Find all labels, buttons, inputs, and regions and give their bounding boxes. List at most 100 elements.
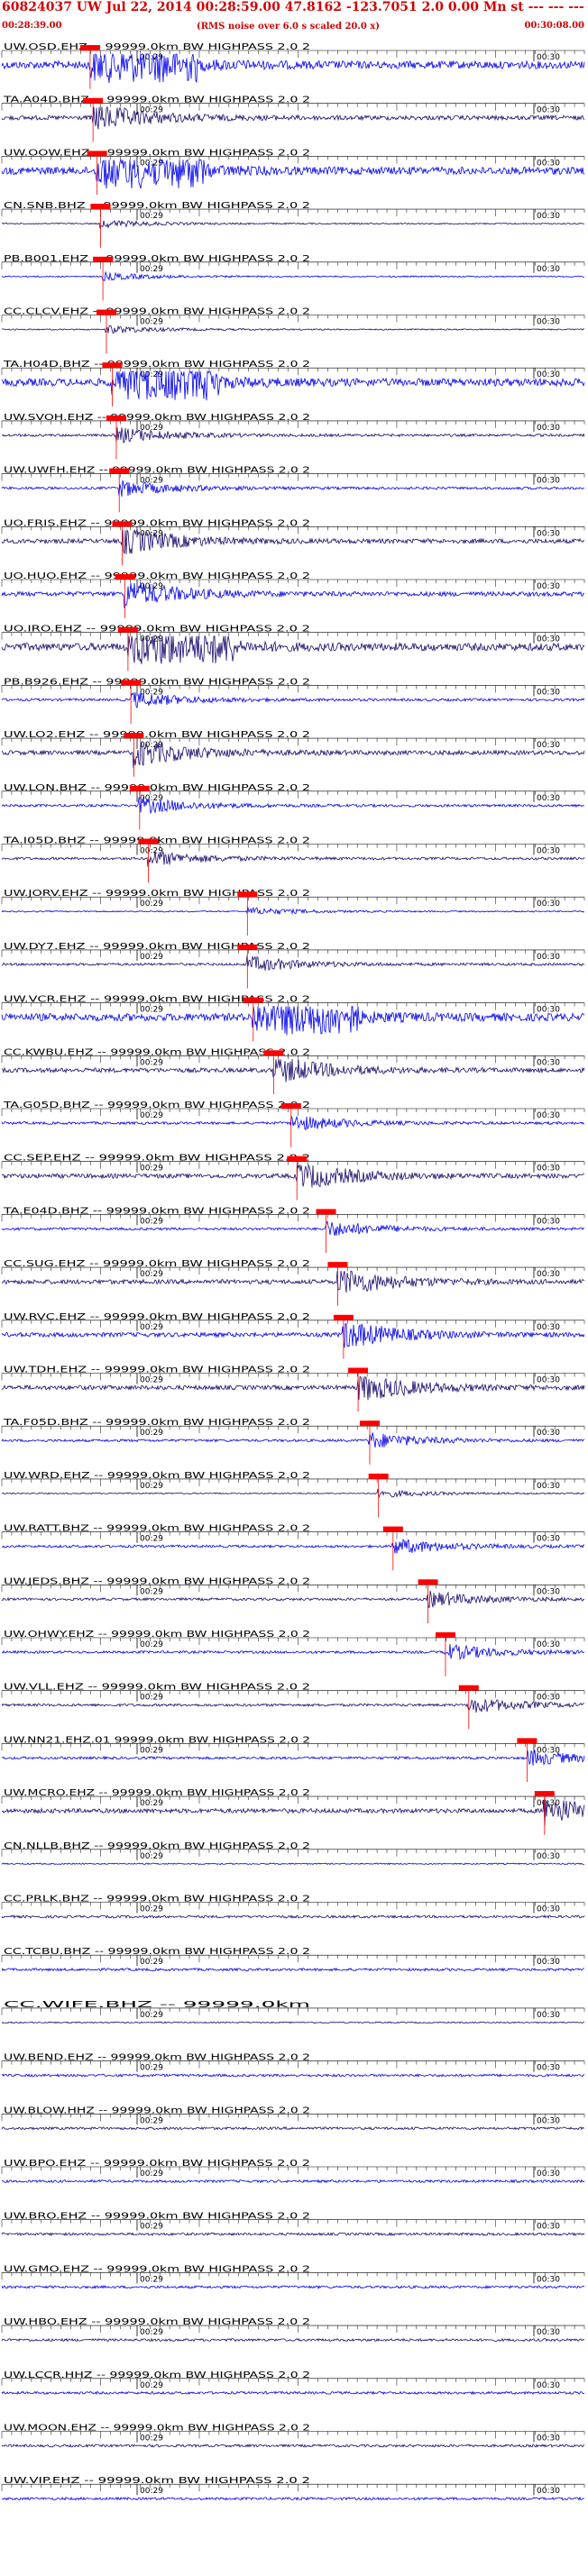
- minute-label: 00:29: [140, 2116, 163, 2125]
- trace-label: UW.DY7.EHZ -- 99999.0km BW HIGHPASS 2.0 …: [4, 942, 310, 952]
- minute-label: 00:30: [537, 1217, 560, 1226]
- trace-label: UW.MCRO.EHZ -- 99999.0km BW HIGHPASS 2.0…: [4, 1788, 310, 1798]
- trace-label: TA.A04D.BHZ -- 99999.0km BW HIGHPASS 2.0…: [2, 96, 310, 105]
- minute-label: 00:30: [537, 265, 560, 274]
- trace-waveform: [1, 1643, 585, 1660]
- trace-label: UW.OOW.EHZ -- 99999.0km BW HIGHPASS 2.0 …: [4, 148, 310, 158]
- minute-label: 00:30: [537, 2011, 560, 2020]
- minute-label: 00:30: [537, 635, 560, 644]
- minute-label: 00:29: [140, 2328, 163, 2337]
- minute-label: 00:30: [537, 2170, 560, 2179]
- minute-label: 00:30: [537, 2116, 560, 2125]
- minute-label: 00:30: [537, 1958, 560, 1967]
- minute-label: 00:29: [140, 2487, 163, 2496]
- trace-waveform: [1, 582, 585, 608]
- trace-waveform: [1, 691, 585, 709]
- trace-label: TA.H04D.BHZ -- 99999.0km BW HIGHPASS 2.0…: [2, 360, 310, 370]
- trace-label: UW.MOON.EHZ -- 99999.0km BW HIGHPASS 2.0…: [4, 2424, 310, 2434]
- minute-label: 00:29: [140, 1217, 163, 1226]
- minute-label: 00:30: [537, 1323, 560, 1332]
- trace-waveform: [1, 2337, 584, 2343]
- minute-label: 00:30: [537, 582, 560, 591]
- trace-label: UW.LON.BHZ -- 99999.0km BW HIGHPASS 2.0 …: [4, 783, 310, 793]
- trace-waveform: [1, 742, 585, 769]
- minute-label: 00:29: [140, 212, 163, 221]
- trace-waveform: [1, 2390, 585, 2396]
- trace-label: UW.HBO.EHZ -- 99999.0km BW HIGHPASS 2.0 …: [4, 2317, 310, 2327]
- trace-waveform: [1, 528, 585, 554]
- minute-label: 00:30: [537, 741, 560, 750]
- minute-label: 00:29: [140, 1694, 163, 1703]
- trace-waveform: [2, 219, 585, 230]
- minute-label: 00:29: [140, 1006, 163, 1015]
- trace-label: UW.VLL.EHZ -- 99999.0km BW HIGHPASS 2.0 …: [4, 1683, 310, 1693]
- trace-label: PB.B926.EHZ -- 99999.0km BW HIGHPASS 2.0…: [4, 677, 310, 687]
- minute-label: 00:29: [140, 2434, 163, 2444]
- trace-waveform: [1, 1749, 585, 1767]
- trace-waveform: [1, 1967, 584, 1972]
- minute-label: 00:30: [537, 847, 560, 856]
- minute-label: 00:29: [140, 1323, 163, 1332]
- trace-label: CC.SEP.EHZ -- 99999.0km BW HIGHPASS 2.0 …: [4, 1154, 310, 1164]
- trace-waveform: [1, 1375, 585, 1401]
- minute-label: 00:30: [537, 2328, 560, 2337]
- minute-label: 00:29: [140, 741, 163, 750]
- trace-waveform: [1, 1270, 585, 1293]
- trace-waveform: [1, 1006, 585, 1036]
- minute-label: 00:30: [537, 2064, 560, 2073]
- trace-waveform: [1, 1488, 585, 1499]
- trace-label: UW.BEND.EHZ -- 99999.0km BW HIGHPASS 2.0…: [4, 2053, 310, 2063]
- trace-waveform: [1, 2444, 585, 2448]
- minute-label: 00:29: [140, 2381, 163, 2390]
- minute-label: 00:30: [537, 794, 560, 803]
- minute-label: 00:30: [537, 1905, 560, 1914]
- trace-waveform: [1, 1164, 585, 1188]
- trace-label: UW.RATT.BHZ -- 99999.0km BW HIGHPASS 2.0…: [4, 1524, 310, 1534]
- minute-label: 00:30: [537, 2434, 560, 2444]
- minute-label: 00:30: [537, 53, 560, 62]
- trace-label: UW.JORV.EHZ -- 99999.0km BW HIGHPASS 2.0…: [4, 889, 310, 899]
- minute-label: 00:29: [140, 2170, 163, 2179]
- minute-label: 00:29: [140, 1905, 163, 1914]
- trace-waveform: [1, 1590, 585, 1609]
- trace-label: UW.UWFH.EHZ -- 99999.0km BW HIGHPASS 2.0…: [4, 466, 310, 476]
- minute-label: 00:29: [140, 953, 163, 962]
- trace-label: CC.SUG.EHZ -- 99999.0km BW HIGHPASS 2.0 …: [4, 1259, 310, 1269]
- minute-label: 00:30: [537, 1429, 560, 1438]
- trace-label: UO.IRO.EHZ -- 99999.0km BW HIGHPASS 2.0 …: [4, 625, 310, 635]
- trace-waveform: [1, 2496, 585, 2501]
- trace-waveform: [1, 797, 585, 815]
- trace-label: CN.SNB.BHZ -- 99999.0km BW HIGHPASS 2.0 …: [4, 201, 310, 211]
- minute-label: 00:29: [140, 1587, 163, 1596]
- minute-label: 00:29: [140, 2011, 163, 2020]
- trace-label: UO.FRIS.EHZ -- 99999.0km BW HIGHPASS 2.0…: [4, 518, 310, 528]
- trace-waveform: [1, 2125, 585, 2131]
- trace-label: TA.E04D.BHZ -- 99999.0km BW HIGHPASS 2.0…: [2, 1206, 310, 1216]
- minute-label: 00:29: [140, 847, 163, 856]
- trace-label: PB.B001.EHZ -- 99999.0km BW HIGHPASS 2.0…: [4, 254, 310, 264]
- minute-label: 00:29: [140, 900, 163, 909]
- trace-waveform: [1, 1862, 585, 1866]
- minute-label: 00:29: [140, 318, 163, 327]
- minute-label: 00:29: [140, 370, 163, 379]
- trace-label: CC.CLCV.EHZ -- 99999.0km BW HIGHPASS 2.0…: [4, 307, 310, 317]
- trace-waveform: [1, 370, 585, 401]
- trace-label: UW.RVC.EHZ -- 99999.0km BW HIGHPASS 2.0 …: [4, 1312, 310, 1322]
- minute-label: 00:29: [140, 1746, 163, 1755]
- minute-label: 00:29: [140, 1270, 163, 1279]
- minute-label: 00:30: [537, 529, 560, 538]
- minute-label: 00:30: [537, 318, 560, 327]
- minute-label: 00:30: [537, 2381, 560, 2390]
- minute-label: 00:29: [140, 1482, 163, 1491]
- minute-label: 00:29: [140, 1165, 163, 1174]
- minute-label: 00:30: [537, 159, 560, 168]
- trace-label: UW.OHWY.EHZ -- 99999.0km BW HIGHPASS 2.0…: [4, 1630, 310, 1640]
- minute-label: 00:30: [537, 1694, 560, 1703]
- minute-label: 00:30: [537, 2223, 560, 2232]
- minute-label: 00:29: [140, 1852, 163, 1861]
- minute-label: 00:30: [537, 1376, 560, 1385]
- trace-waveform: [1, 1323, 585, 1348]
- trace-label: UW.JEDS.BHZ -- 99999.0km BW HIGHPASS 2.0…: [4, 1576, 310, 1586]
- minute-label: 00:30: [537, 477, 560, 486]
- trace-label: UW.BPO.EHZ -- 99999.0km BW HIGHPASS 2.0 …: [4, 2159, 310, 2169]
